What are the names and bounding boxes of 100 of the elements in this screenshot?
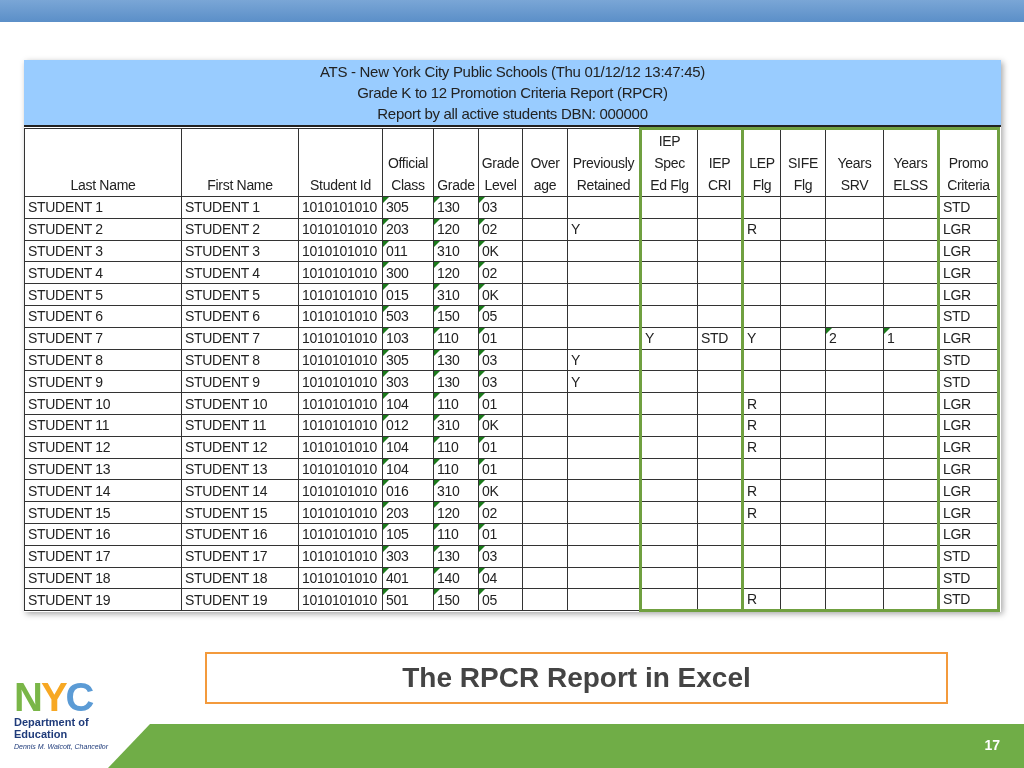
table-cell: 110 (433, 392, 479, 415)
table-cell: 1010101010 (298, 305, 383, 328)
table-cell: 1010101010 (298, 479, 383, 502)
table-cell: STUDENT 12 (24, 436, 182, 459)
report-title-line: Report by all active students DBN: 000000 (377, 104, 648, 124)
table-cell: STD (938, 545, 999, 568)
table-cell: 303 (382, 545, 434, 568)
table-cell: STUDENT 16 (24, 523, 182, 546)
table-cell: STUDENT 14 (181, 479, 299, 502)
column-header: LEP Flg (742, 128, 781, 197)
column-header: Previously Retained (567, 128, 641, 197)
table-cell: 120 (433, 501, 479, 524)
table-cell: 0K (478, 479, 523, 502)
table-cell: 310 (433, 479, 479, 502)
table-cell: 1010101010 (298, 283, 383, 306)
table-cell: 1010101010 (298, 218, 383, 241)
table-cell: R (742, 218, 781, 241)
column-header: SIFE Flg (780, 128, 826, 197)
report-title-line: ATS - New York City Public Schools (Thu 01/12/12 13:47:45) (320, 62, 705, 82)
table-cell: 203 (382, 218, 434, 241)
table-cell: 120 (433, 261, 479, 284)
table-cell: 2 (825, 327, 884, 350)
table-cell: 1010101010 (298, 545, 383, 568)
table-cell: 105 (382, 523, 434, 546)
table-cell: LGR (938, 458, 999, 480)
table-cell: Y (742, 327, 781, 350)
table-cell: 310 (433, 240, 479, 262)
table-cell: 104 (382, 436, 434, 459)
table-cell: LGR (938, 283, 999, 306)
column-header: IEP Spec Ed Flg (640, 128, 698, 197)
table-cell: STUDENT 11 (181, 414, 299, 437)
table-cell: 1010101010 (298, 567, 383, 589)
table-cell: LGR (938, 240, 999, 262)
column-header: Promo Criteria (938, 128, 999, 197)
column-header: Over age (522, 128, 568, 197)
table-cell: STUDENT 11 (24, 414, 182, 437)
table-cell: LGR (938, 479, 999, 502)
table-cell: 103 (382, 327, 434, 350)
table-cell: 1010101010 (298, 501, 383, 524)
table-cell: 1010101010 (298, 523, 383, 546)
table-cell: 03 (478, 196, 523, 219)
table-cell: 305 (382, 196, 434, 219)
column-header: First Name (181, 128, 299, 197)
table-cell: STUDENT 15 (24, 501, 182, 524)
table-cell: 110 (433, 458, 479, 480)
column-header: Years ELSS (883, 128, 939, 197)
table-cell: STUDENT 17 (181, 545, 299, 568)
table-cell: STUDENT 4 (24, 261, 182, 284)
table-cell: STUDENT 2 (24, 218, 182, 241)
table-cell: STUDENT 5 (24, 283, 182, 306)
table-cell: STUDENT 8 (181, 349, 299, 371)
table-cell: 130 (433, 349, 479, 371)
table-cell: R (742, 392, 781, 415)
table-cell: 110 (433, 436, 479, 459)
table-cell: STUDENT 3 (181, 240, 299, 262)
table-cell: 0K (478, 283, 523, 306)
table-cell: 130 (433, 196, 479, 219)
column-header: Official Class (382, 128, 434, 197)
table-cell: 110 (433, 523, 479, 546)
nyc-logo: NYC (14, 680, 93, 714)
table-cell: STUDENT 8 (24, 349, 182, 371)
column-header: Grade (433, 128, 479, 197)
column-header: Grade Level (478, 128, 523, 197)
table-cell: STUDENT 19 (181, 588, 299, 611)
table-cell: 016 (382, 479, 434, 502)
table-cell: 305 (382, 349, 434, 371)
column-header: Student Id (298, 128, 383, 197)
table-cell: LGR (938, 261, 999, 284)
table-cell: STUDENT 17 (24, 545, 182, 568)
table-cell: 130 (433, 370, 479, 393)
table-cell: 1010101010 (298, 240, 383, 262)
slide-caption: The RPCR Report in Excel (402, 661, 751, 696)
table-cell: STD (938, 305, 999, 328)
table-cell: 130 (433, 545, 479, 568)
table-cell: STD (938, 567, 999, 589)
table-cell: 501 (382, 588, 434, 611)
table-cell: STUDENT 10 (181, 392, 299, 415)
table-cell: 04 (478, 567, 523, 589)
table-cell: 503 (382, 305, 434, 328)
table-cell: STUDENT 1 (24, 196, 182, 219)
table-cell: STD (938, 370, 999, 393)
table-cell: 140 (433, 567, 479, 589)
table-cell: 0K (478, 240, 523, 262)
table-cell: STUDENT 9 (181, 370, 299, 393)
table-cell: 03 (478, 545, 523, 568)
table-cell: STUDENT 7 (24, 327, 182, 350)
table-cell: 05 (478, 305, 523, 328)
report-title-line: Grade K to 12 Promotion Criteria Report (RPCR) (357, 83, 668, 103)
table-cell: 1010101010 (298, 392, 383, 415)
table-cell: 300 (382, 261, 434, 284)
table-cell: 01 (478, 327, 523, 350)
table-cell: STUDENT 3 (24, 240, 182, 262)
column-header: IEP CRI (697, 128, 743, 197)
table-cell: LGR (938, 523, 999, 546)
table-cell: LGR (938, 414, 999, 437)
table-cell: STD (938, 588, 999, 611)
table-cell: 01 (478, 436, 523, 459)
table-cell: 1010101010 (298, 327, 383, 350)
table-cell: 03 (478, 370, 523, 393)
table-cell: 02 (478, 218, 523, 241)
